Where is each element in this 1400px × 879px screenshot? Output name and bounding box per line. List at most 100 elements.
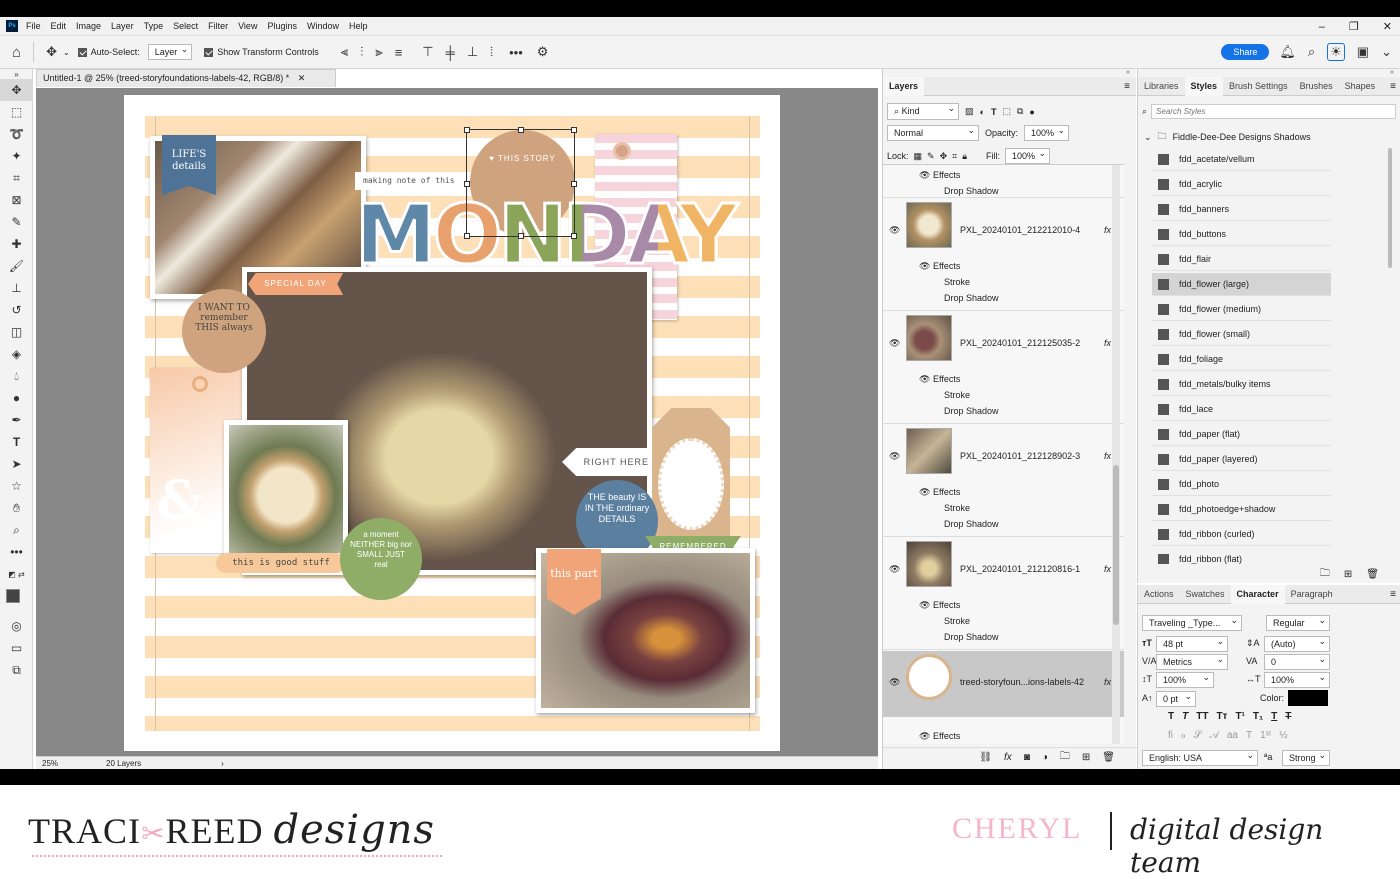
style-item[interactable]: fdd_photo [1152, 473, 1331, 496]
styles-scrollbar[interactable] [1388, 148, 1392, 268]
more-options-icon[interactable]: ••• [509, 45, 523, 60]
style-group-header[interactable]: ⌄ 🗀︎ Fiddle-Dee-Dee Designs Shadows [1144, 129, 1311, 145]
fx-icon[interactable]: fx [1104, 338, 1111, 348]
auto-select-checkbox[interactable] [77, 47, 87, 57]
distribute-vertical-icon[interactable]: ⦙ [490, 44, 493, 60]
lock-pixels-icon[interactable]: ✎ [927, 151, 935, 162]
faux-italic-icon[interactable]: T [1182, 711, 1188, 722]
layer-row[interactable]: 👁︎ PXL_20240101_212128902-3 fx 👁︎ Effect… [883, 425, 1124, 537]
toolbar-collapse-icon[interactable]: » [0, 69, 33, 79]
new-group-icon[interactable]: 🗀︎ [1060, 749, 1070, 766]
filter-type-icon[interactable]: T [991, 107, 997, 117]
filter-pixel-icon[interactable]: ▨ [965, 106, 974, 117]
tab-layers[interactable]: Layers [883, 76, 925, 96]
history-brush-tool[interactable]: ↺ [0, 299, 33, 321]
brush-tool[interactable]: 🖌︎ [0, 255, 33, 277]
workspace-icon[interactable]: ▣ [1357, 44, 1369, 60]
tab-swatches[interactable]: Swatches [1180, 585, 1231, 604]
align-middle-icon[interactable]: ╪ [446, 45, 455, 60]
style-item[interactable]: fdd_buttons [1152, 223, 1331, 246]
tab-styles[interactable]: Styles [1184, 76, 1224, 96]
horizontal-scale-input[interactable]: 100% [1264, 672, 1330, 688]
tab-character[interactable]: Character [1230, 584, 1285, 604]
swash-icon[interactable]: 𝒮 [1194, 730, 1202, 741]
delete-layer-icon[interactable]: 🗑︎ [1102, 752, 1115, 763]
align-top-icon[interactable]: ⊤ [422, 44, 433, 60]
style-item[interactable]: fdd_acrylic [1152, 173, 1331, 196]
font-style-dropdown[interactable]: Regular [1266, 615, 1330, 631]
document-tab[interactable]: Untitled-1 @ 25% (treed-storyfoundations… [36, 69, 336, 87]
ligatures-icon[interactable]: fi [1168, 730, 1173, 741]
opacity-input[interactable]: 100% [1024, 125, 1070, 141]
tab-libraries[interactable]: Libraries [1138, 77, 1185, 96]
search-styles-input[interactable] [1151, 104, 1396, 119]
home-icon[interactable]: ⌂ [12, 44, 21, 61]
effects-eye-icon[interactable]: 👁︎ [919, 731, 930, 742]
panel-arrow-icon[interactable]: ⌄ [1381, 44, 1392, 60]
default-colors-icon[interactable]: ◩ ⇄ [0, 563, 33, 585]
styles-menu-icon[interactable]: ≡ [1390, 81, 1396, 92]
effects-eye-icon[interactable]: 👁︎ [919, 170, 930, 181]
type-tool[interactable]: T [0, 431, 33, 453]
style-item[interactable]: fdd_lace [1152, 398, 1331, 421]
anti-alias-dropdown[interactable]: Strong [1282, 750, 1330, 766]
layer-row-selected[interactable]: 👁︎ treed-storyfoun...ions-labels-42 fx [883, 651, 1124, 717]
status-chevron-icon[interactable]: › [221, 759, 224, 768]
fractions-icon[interactable]: ½ [1279, 730, 1287, 741]
maximize-icon[interactable]: ❐ [1349, 20, 1359, 33]
menu-select[interactable]: Select [173, 21, 198, 31]
superscript-icon[interactable]: T¹ [1235, 711, 1244, 722]
character-menu-icon[interactable]: ≡ [1390, 589, 1396, 600]
layers-scrollbar[interactable] [1112, 165, 1120, 744]
hand-tool[interactable]: ✋︎ [0, 497, 33, 519]
fx-icon[interactable]: fx [1104, 225, 1111, 235]
effects-eye-icon[interactable]: 👁︎ [919, 374, 930, 385]
leading-input[interactable]: (Auto) [1264, 636, 1330, 652]
tracking-input[interactable]: 0 [1264, 654, 1330, 670]
lock-transparent-icon[interactable]: ▦ [914, 151, 923, 162]
lock-all-icon[interactable]: 🔒︎ [962, 151, 967, 162]
old-style-icon[interactable]: ℴ [1181, 730, 1186, 741]
tab-brushes[interactable]: Brushes [1294, 77, 1339, 96]
layer-row[interactable]: 👁︎ PXL_20240101_212212010-4 fx 👁︎ Effect… [883, 199, 1124, 311]
baseline-input[interactable]: 0 pt [1156, 691, 1196, 707]
chevron-down-icon[interactable]: ⌄ [63, 48, 70, 57]
discover-icon[interactable]: ☀ [1327, 43, 1345, 61]
layer-effects-top[interactable]: 👁︎ Effects Drop Shadow [883, 165, 1124, 198]
font-family-dropdown[interactable]: Traveling _Type... [1142, 615, 1242, 631]
fx-icon[interactable]: fx [1104, 451, 1111, 461]
blur-tool[interactable]: 💧︎ [0, 365, 33, 387]
more-tools-icon[interactable]: ••• [0, 541, 33, 563]
new-layer-icon[interactable]: ⊞ [1082, 752, 1090, 763]
kerning-input[interactable]: Metrics [1156, 654, 1228, 670]
menu-image[interactable]: Image [76, 21, 101, 31]
effects-eye-icon[interactable]: 👁︎ [919, 261, 930, 272]
style-item[interactable]: fdd_paper (layered) [1152, 448, 1331, 471]
delete-style-icon[interactable]: 🗑︎ [1366, 569, 1379, 580]
fill-input[interactable]: 100% [1005, 148, 1051, 164]
search-icon[interactable]: ⌕ [1308, 44, 1315, 60]
gear-icon[interactable]: ⚙ [537, 44, 549, 60]
share-button[interactable]: Share [1221, 44, 1270, 60]
style-item[interactable]: fdd_foliage [1152, 348, 1331, 371]
pen-tool[interactable]: ✒ [0, 409, 33, 431]
close-tab-icon[interactable]: ✕ [298, 73, 306, 83]
kind-filter-dropdown[interactable]: ⌕ Kind [887, 103, 959, 120]
chevron-down-icon[interactable]: ⌄ [1144, 132, 1152, 143]
quick-mask-icon[interactable]: ◎ [0, 615, 33, 637]
lock-artboard-icon[interactable]: ⌗ [952, 151, 957, 162]
filter-toggle-icon[interactable]: ● [1029, 107, 1034, 117]
font-size-input[interactable]: 48 pt [1156, 636, 1228, 652]
add-style-icon[interactable]: fx [1004, 752, 1012, 763]
style-item[interactable]: fdd_paper (flat) [1152, 423, 1331, 446]
layers-menu-icon[interactable]: ≡ [1124, 81, 1130, 92]
magic-wand-tool[interactable]: ✦ [0, 145, 33, 167]
style-item[interactable]: fdd_ribbon (curled) [1152, 523, 1331, 546]
visibility-eye-icon[interactable]: 👁︎ [889, 225, 900, 236]
style-item[interactable]: fdd_flair [1152, 248, 1331, 271]
eyedropper-tool[interactable]: ✎ [0, 211, 33, 233]
faux-bold-icon[interactable]: T [1168, 711, 1174, 722]
tab-shapes[interactable]: Shapes [1339, 77, 1382, 96]
menu-edit[interactable]: Edit [51, 21, 67, 31]
visibility-eye-icon[interactable]: 👁︎ [889, 564, 900, 575]
